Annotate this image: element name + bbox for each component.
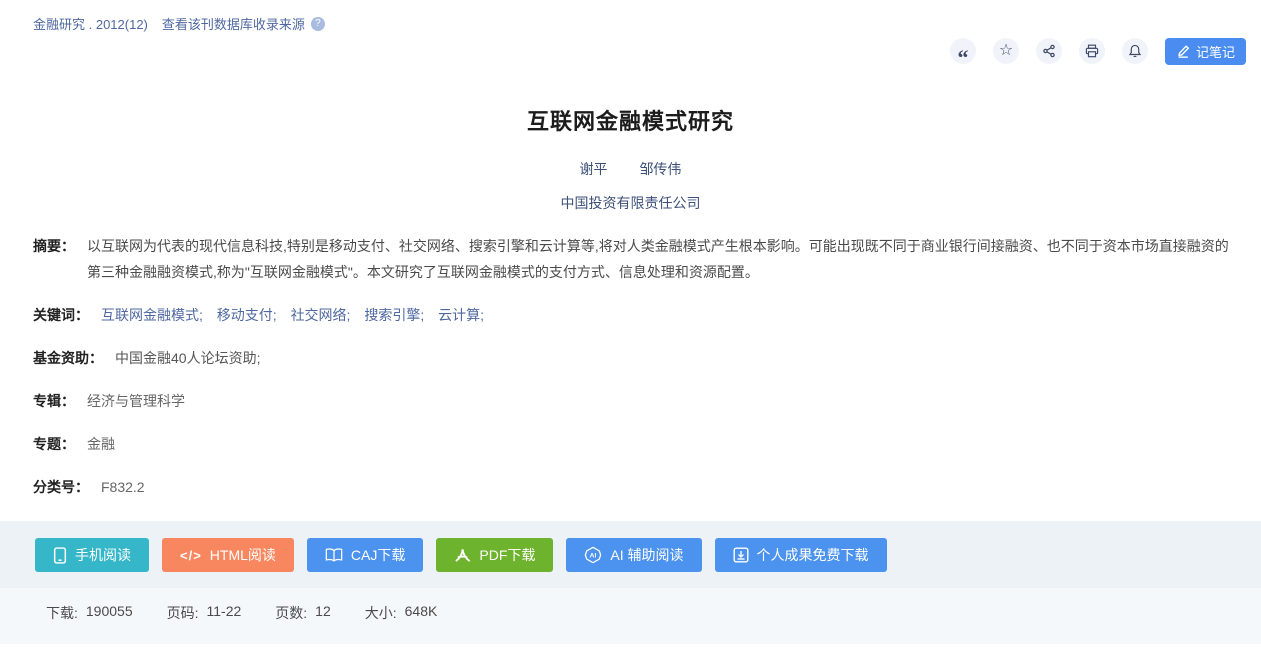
keyword-link[interactable]: 云计算; (438, 307, 484, 323)
ai-read-button[interactable]: AI AI 辅助阅读 (566, 538, 701, 572)
quote-button[interactable]: “ (950, 38, 976, 64)
pdf-download-button[interactable]: PDF下载 (436, 538, 553, 572)
page-count-value: 12 (315, 603, 331, 644)
page-range-stat: 页码: 11-22 (167, 603, 242, 644)
page-count-label: 页数: (275, 603, 307, 644)
mobile-read-button[interactable]: 手机阅读 (35, 538, 149, 572)
topic-label: 专题： (33, 431, 75, 457)
personal-free-download-button[interactable]: 个人成果免费下载 (715, 538, 887, 572)
keywords-list: 互联网金融模式; 移动支付; 社交网络; 搜索引擎; 云计算; (101, 302, 494, 328)
keywords-label: 关键词： (33, 302, 89, 328)
downloads-stat: 下载: 190055 (46, 603, 133, 644)
html-read-button[interactable]: </> HTML阅读 (162, 538, 294, 572)
svg-text:AI: AI (590, 553, 597, 560)
star-icon: ☆ (999, 43, 1013, 59)
page-range-label: 页码: (167, 603, 199, 644)
download-box-icon (733, 547, 749, 563)
pencil-icon (1176, 44, 1190, 58)
quote-icon: “ (957, 53, 968, 63)
ai-read-label: AI 辅助阅读 (610, 545, 683, 565)
file-size-label: 大小: (365, 603, 397, 644)
ai-hexagon-icon: AI (584, 546, 602, 564)
alert-button[interactable] (1122, 38, 1148, 64)
book-icon (325, 547, 343, 563)
take-notes-button[interactable]: 记笔记 (1165, 38, 1246, 65)
pdf-icon (454, 547, 471, 563)
take-notes-label: 记笔记 (1196, 42, 1235, 61)
caj-download-button[interactable]: CAJ下载 (307, 538, 423, 572)
page-range-value: 11-22 (207, 603, 242, 644)
author-link[interactable]: 谢平 (580, 161, 608, 177)
keyword-link[interactable]: 移动支付; (217, 307, 277, 323)
keyword-link[interactable]: 搜索引擎; (364, 307, 424, 323)
page-count-stat: 页数: 12 (275, 603, 330, 644)
fund-label: 基金资助： (33, 345, 103, 371)
personal-free-download-label: 个人成果免费下载 (757, 545, 869, 565)
page-title: 互联网金融模式研究 (0, 104, 1261, 136)
clc-label: 分类号： (33, 474, 89, 500)
article-stats: 下载: 190055 页码: 11-22 页数: 12 大小: 648K (0, 588, 1261, 644)
caj-download-label: CAJ下载 (351, 545, 405, 565)
pdf-download-label: PDF下载 (479, 545, 535, 565)
clc-value: F832.2 (101, 474, 145, 500)
html-read-label: HTML阅读 (210, 545, 276, 565)
album-value: 经济与管理科学 (87, 388, 185, 414)
keywords-row: 关键词： 互联网金融模式; 移动支付; 社交网络; 搜索引擎; 云计算; (33, 302, 1237, 328)
downloads-value: 190055 (86, 603, 133, 644)
help-icon[interactable]: ? (311, 17, 325, 31)
journal-source-link[interactable]: 查看该刊数据库收录来源 (162, 14, 305, 33)
fund-link[interactable]: 中国金融40人论坛资助; (115, 345, 260, 371)
keyword-link[interactable]: 社交网络; (291, 307, 351, 323)
abstract-text: 以互联网为代表的现代信息科技,特别是移动支付、社交网络、搜索引擎和云计算等,将对… (87, 233, 1237, 285)
bottom-strip (0, 644, 1261, 651)
code-icon: </> (180, 548, 202, 563)
mobile-read-label: 手机阅读 (75, 545, 131, 565)
topic-row: 专题： 金融 (33, 431, 1237, 457)
journal-issue-link[interactable]: 金融研究 . 2012(12) (33, 14, 148, 33)
download-toolbar: 手机阅读 </> HTML阅读 CAJ下载 PDF下载 AI AI 辅助阅读 (0, 521, 1261, 588)
affiliation-link[interactable]: 中国投资有限责任公司 (561, 195, 701, 211)
phone-icon (53, 547, 67, 564)
fund-row: 基金资助： 中国金融40人论坛资助; (33, 345, 1237, 371)
keyword-link[interactable]: 互联网金融模式; (101, 307, 203, 323)
print-icon (1085, 44, 1099, 58)
clc-row: 分类号： F832.2 (33, 474, 1237, 500)
favorite-button[interactable]: ☆ (993, 38, 1019, 64)
share-icon (1042, 44, 1056, 58)
authors-row: 谢平 邹传伟 (0, 159, 1261, 179)
topic-value: 金融 (87, 431, 115, 457)
abstract-label: 摘要： (33, 233, 75, 259)
album-label: 专辑： (33, 388, 75, 414)
author-link[interactable]: 邹传伟 (639, 161, 681, 177)
breadcrumb: 金融研究 . 2012(12) 查看该刊数据库收录来源 ? (0, 0, 1261, 33)
album-row: 专辑： 经济与管理科学 (33, 388, 1237, 414)
abstract-row: 摘要： 以互联网为代表的现代信息科技,特别是移动支付、社交网络、搜索引擎和云计算… (33, 233, 1237, 285)
downloads-label: 下载: (46, 603, 78, 644)
article-meta: 摘要： 以互联网为代表的现代信息科技,特别是移动支付、社交网络、搜索引擎和云计算… (0, 233, 1261, 500)
article-action-row: “ ☆ 记笔记 (0, 33, 1261, 65)
print-button[interactable] (1079, 38, 1105, 64)
affiliation-row: 中国投资有限责任公司 (0, 193, 1261, 213)
file-size-value: 648K (405, 603, 438, 644)
bell-icon (1128, 44, 1142, 58)
share-button[interactable] (1036, 38, 1062, 64)
file-size-stat: 大小: 648K (365, 603, 438, 644)
